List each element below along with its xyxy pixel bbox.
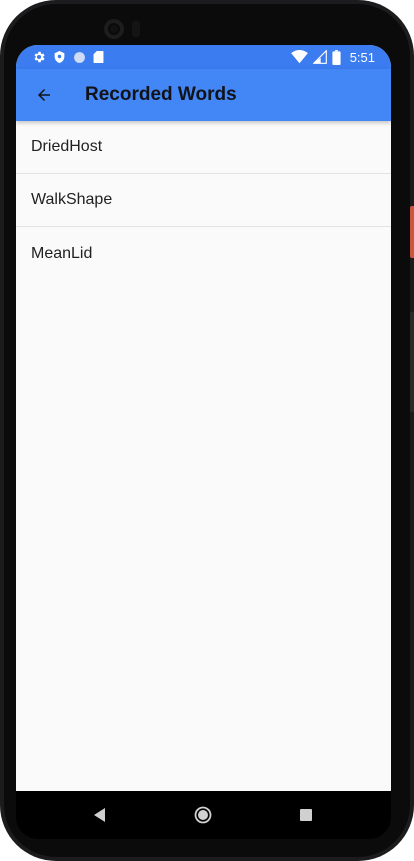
wifi-icon <box>290 50 308 64</box>
app-bar: Recorded Words <box>16 69 391 121</box>
recorded-words-list: DriedHost WalkShape MeanLid <box>16 121 391 280</box>
page-title: Recorded Words <box>85 84 237 105</box>
home-circle-icon <box>194 806 212 824</box>
recents-square-icon <box>300 809 312 821</box>
proximity-sensor <box>132 21 140 37</box>
nav-recents-button[interactable] <box>294 803 318 827</box>
gear-icon <box>32 50 46 64</box>
list-item[interactable]: MeanLid <box>16 227 391 280</box>
front-camera <box>104 19 124 39</box>
volume-button[interactable] <box>410 312 414 412</box>
status-notification-icons <box>32 49 104 65</box>
status-bar: 5:51 <box>16 45 391 69</box>
arrow-back-icon <box>35 86 53 104</box>
battery-icon <box>332 49 341 65</box>
nav-home-button[interactable] <box>191 803 215 827</box>
back-button[interactable] <box>26 77 62 113</box>
shield-icon <box>53 50 66 64</box>
system-nav-bar <box>16 791 391 839</box>
status-time: 5:51 <box>349 49 375 65</box>
circle-icon <box>73 51 86 64</box>
screen: 5:51 Recorded Words DriedHost WalkShape … <box>16 45 391 791</box>
phone-frame: 5:51 Recorded Words DriedHost WalkShape … <box>0 0 414 861</box>
list-item[interactable]: DriedHost <box>16 121 391 174</box>
back-triangle-icon <box>94 808 106 822</box>
sd-card-icon <box>93 50 104 64</box>
power-button[interactable] <box>410 206 414 258</box>
nav-back-button[interactable] <box>88 803 112 827</box>
status-system-icons: 5:51 <box>290 48 375 66</box>
signal-icon <box>312 50 327 64</box>
list-item[interactable]: WalkShape <box>16 174 391 227</box>
